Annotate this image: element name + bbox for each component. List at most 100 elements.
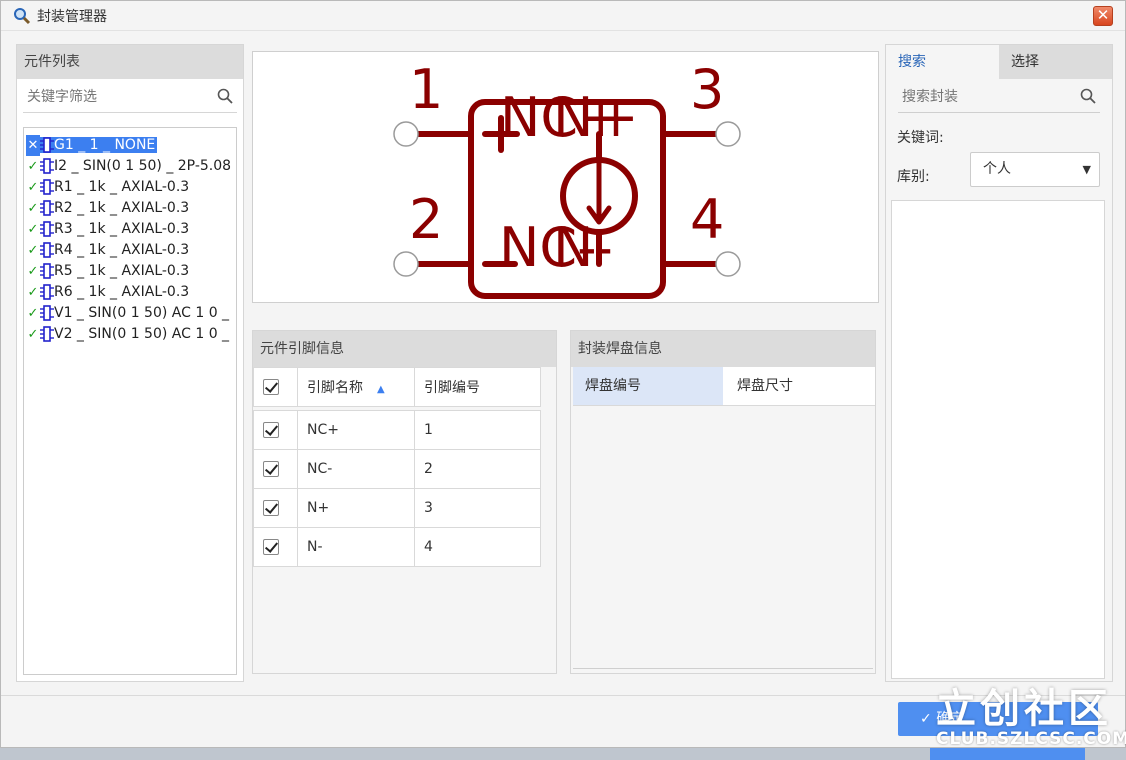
tree-item-label: R2 _ 1k _ AXIAL-0.3	[54, 200, 190, 216]
check-icon: ✓	[27, 180, 39, 195]
component-icon	[40, 305, 54, 321]
close-icon[interactable]: ✕	[1093, 6, 1113, 26]
pin-2-endpoint	[393, 251, 419, 277]
check-icon: ✓	[27, 159, 39, 174]
tree-item-content: R1 _ 1k _ AXIAL-0.3	[40, 179, 189, 195]
tree-item-label: V1 _ SIN(0 1 50) AC 1 0 _	[54, 305, 230, 321]
search-icon[interactable]	[217, 88, 233, 104]
tree-item-label: R3 _ 1k _ AXIAL-0.3	[54, 221, 190, 237]
pad-table-header: 焊盘编号 焊盘尺寸	[573, 367, 875, 406]
pad-info-header: 封装焊盘信息	[571, 331, 875, 367]
search-icon[interactable]	[1080, 88, 1096, 104]
footprint-search-box	[898, 81, 1100, 113]
tree-item-content: V2 _ SIN(0 1 50) AC 1 0 _	[40, 326, 229, 342]
tree-item[interactable]: ✓ V1 _ SIN(0 1 50) AC 1 0 _	[24, 303, 236, 324]
tree-item[interactable]: ✓ R1 _ 1k _ AXIAL-0.3	[24, 177, 236, 198]
pad-table-bottom	[573, 668, 873, 669]
tree-item-label: R6 _ 1k _ AXIAL-0.3	[54, 284, 190, 300]
check-icon: ✓	[27, 201, 39, 216]
pin-number-cell: 2	[414, 449, 541, 489]
check-icon: ✓	[27, 285, 39, 300]
tree-item-label: G1 _ 1 _ NONE	[54, 137, 156, 153]
symbol-preview-svg: 1 2 3 4 NC+ N+ NC- N-	[393, 58, 741, 299]
component-icon	[40, 263, 54, 279]
col-pad-number[interactable]: 焊盘编号	[573, 367, 723, 405]
pin-name-cell: N-	[297, 527, 415, 567]
tree-item-content: V1 _ SIN(0 1 50) AC 1 0 _	[40, 305, 229, 321]
pin-checkbox-cell[interactable]	[253, 488, 298, 528]
tab-select[interactable]: 选择	[999, 45, 1112, 79]
pin-checkbox-cell[interactable]	[253, 449, 298, 489]
sort-asc-icon: ▲	[377, 384, 385, 395]
pin-checkbox-cell[interactable]	[253, 410, 298, 450]
pin-info-panel: 元件引脚信息 引脚名称 ▲ 引脚编号 NC+ 1 NC- 2 N+ 3 N- 4	[252, 330, 557, 674]
pin-number-cell: 1	[414, 410, 541, 450]
tree-item[interactable]: ✓ R3 _ 1k _ AXIAL-0.3	[24, 219, 236, 240]
component-list-header: 元件列表	[17, 45, 243, 79]
tree-item-label: R4 _ 1k _ AXIAL-0.3	[54, 242, 190, 258]
tab-search[interactable]: 搜索	[886, 45, 999, 79]
cancel-button[interactable]	[930, 748, 1085, 760]
tree-item[interactable]: ✓ I2 _ SIN(0 1 50) _ 2P-5.08	[24, 156, 236, 177]
component-icon	[40, 158, 54, 174]
tree-item[interactable]: ✕ G1 _ 1 _ NONE	[24, 135, 236, 156]
pin-number-4: 4	[690, 188, 724, 251]
checkbox-icon[interactable]	[263, 461, 279, 477]
tree-item[interactable]: ✓ R5 _ 1k _ AXIAL-0.3	[24, 261, 236, 282]
component-icon	[40, 326, 54, 342]
ok-button[interactable]: ✓ 确定	[898, 702, 1098, 736]
filter-box	[23, 81, 237, 113]
tab-bar: 搜索 选择	[886, 45, 1112, 79]
pin-checkbox-cell[interactable]	[253, 527, 298, 567]
pin-row[interactable]: N+ 3	[253, 488, 541, 528]
pin-row[interactable]: NC- 2	[253, 449, 541, 489]
tree-item[interactable]: ✓ R4 _ 1k _ AXIAL-0.3	[24, 240, 236, 261]
check-icon: ✓	[27, 222, 39, 237]
col-pin-name[interactable]: 引脚名称 ▲	[297, 367, 415, 407]
select-all-checkbox[interactable]	[253, 367, 298, 407]
pin-row[interactable]: N- 4	[253, 527, 541, 567]
check-icon: ✓	[27, 327, 39, 342]
pin-number-3: 3	[690, 58, 724, 121]
tree-item-content: R2 _ 1k _ AXIAL-0.3	[40, 200, 189, 216]
search-icon	[14, 8, 31, 25]
tree-item-label: V2 _ SIN(0 1 50) AC 1 0 _	[54, 326, 230, 342]
titlebar: 封装管理器 ✕	[1, 1, 1125, 31]
library-select[interactable]: 个人 ▼	[970, 152, 1100, 187]
check-icon: ✓	[27, 264, 39, 279]
tree-item[interactable]: ✓ R2 _ 1k _ AXIAL-0.3	[24, 198, 236, 219]
tree-item-content: I2 _ SIN(0 1 50) _ 2P-5.08	[40, 158, 231, 174]
tree-item[interactable]: ✓ R6 _ 1k _ AXIAL-0.3	[24, 282, 236, 303]
tree-item-content: R4 _ 1k _ AXIAL-0.3	[40, 242, 189, 258]
checkbox-icon[interactable]	[263, 379, 279, 395]
component-tree-list: ✕ G1 _ 1 _ NONE ✓ I2 _ SIN(0 1 50) _ 2P-5.0…	[24, 135, 236, 345]
pin-row[interactable]: NC+ 1	[253, 410, 541, 450]
keyword-filter-input[interactable]	[23, 83, 203, 111]
library-value: 个人	[983, 161, 1011, 177]
tree-item-label: R1 _ 1k _ AXIAL-0.3	[54, 179, 190, 195]
tree-item-content: R5 _ 1k _ AXIAL-0.3	[40, 263, 189, 279]
checkbox-icon[interactable]	[263, 422, 279, 438]
check-icon: ✓	[27, 243, 39, 258]
footprint-search-panel: 搜索 选择 关键词: 库别: 个人 ▼	[885, 44, 1113, 682]
checkbox-icon[interactable]	[263, 500, 279, 516]
footprint-manager-dialog: 封装管理器 ✕ 元件列表 ✕ G1 _ 1 _ NONE ✓ I2 _ SIN(0 1…	[0, 0, 1126, 748]
tree-item-content: R3 _ 1k _ AXIAL-0.3	[40, 221, 189, 237]
keyword-label: 关键词:	[897, 130, 944, 146]
label-n-plus: N+	[553, 86, 639, 149]
col-pad-size[interactable]: 焊盘尺寸	[737, 367, 793, 405]
component-icon	[40, 200, 54, 216]
tree-item-label: I2 _ SIN(0 1 50) _ 2P-5.08	[54, 158, 232, 174]
tree-item[interactable]: ✓ V2 _ SIN(0 1 50) AC 1 0 _	[24, 324, 236, 345]
pin-info-header: 元件引脚信息	[253, 331, 556, 367]
component-icon	[40, 221, 54, 237]
component-icon	[40, 284, 54, 300]
pin-4-endpoint	[715, 251, 741, 277]
footprint-search-input[interactable]	[898, 83, 1078, 111]
checkbox-icon[interactable]	[263, 539, 279, 555]
dialog-title: 封装管理器	[37, 9, 107, 25]
footprint-result-list[interactable]	[891, 200, 1105, 679]
component-list-panel: 元件列表 ✕ G1 _ 1 _ NONE ✓ I2 _ SIN(0 1 50) _ 2…	[16, 44, 244, 682]
dropdown-caret-icon: ▼	[1082, 163, 1091, 176]
col-pin-number[interactable]: 引脚编号	[414, 367, 541, 407]
